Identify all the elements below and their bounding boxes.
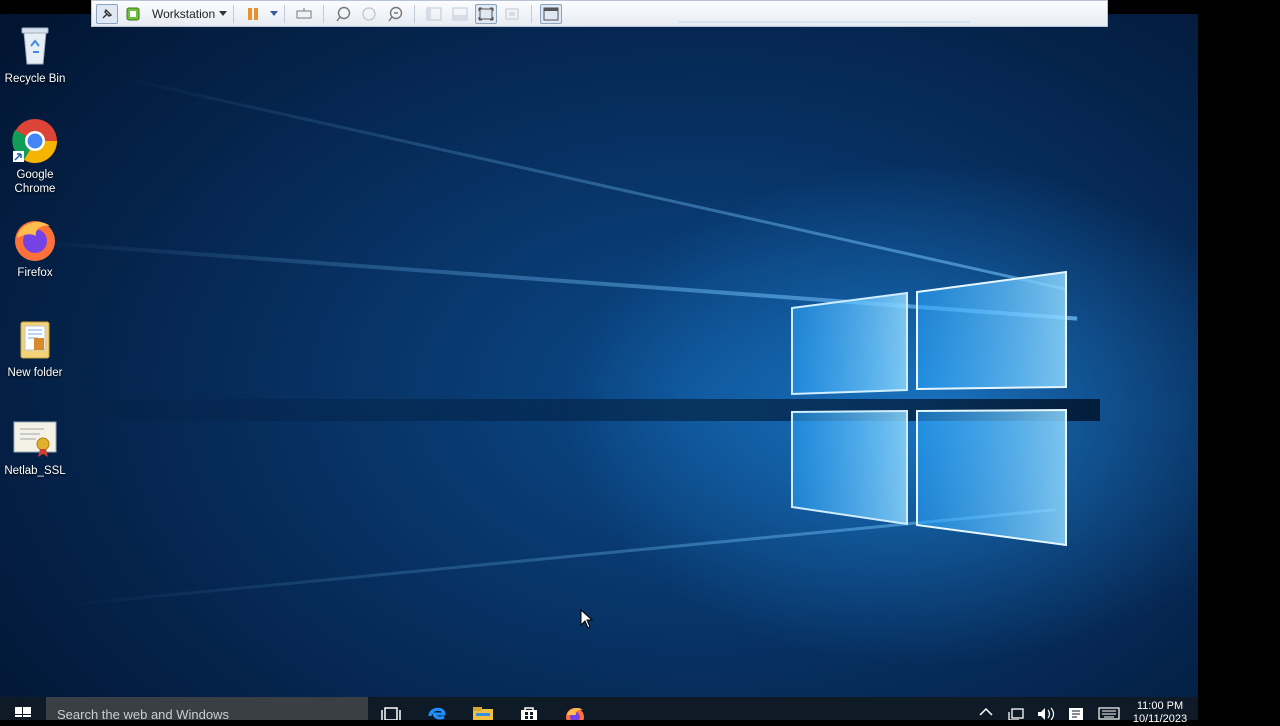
stretch-icon xyxy=(505,8,519,19)
edge-icon xyxy=(428,707,446,720)
stretch-button[interactable] xyxy=(501,4,523,24)
vm-toolbar: Workstation xyxy=(91,0,1108,27)
toolbar-separator xyxy=(414,4,416,23)
toolbar-separator xyxy=(284,4,286,23)
send-ctrl-alt-del-button[interactable] xyxy=(293,4,315,24)
mouse-cursor-icon xyxy=(580,609,594,629)
firefox-icon xyxy=(566,707,584,720)
taskbar-clock[interactable]: 11:00 PM 10/11/2023 xyxy=(1122,700,1198,726)
desktop-icon-label: Firefox xyxy=(17,267,53,279)
vm-name-label[interactable]: Workstation xyxy=(152,7,215,21)
view-1-icon xyxy=(426,7,442,20)
taskbar-file-explorer[interactable] xyxy=(460,697,506,720)
taskbar-search-box[interactable]: Search the web and Windows xyxy=(46,697,368,722)
volume-icon[interactable] xyxy=(1037,707,1055,720)
toolbar-separator xyxy=(531,4,533,23)
taskbar-store[interactable] xyxy=(506,697,552,720)
vm-menu-dropdown-icon[interactable] xyxy=(219,11,228,16)
taskbar: Search the web and Windows 11:00 PM 10/1… xyxy=(0,697,1198,725)
start-button[interactable] xyxy=(0,697,46,720)
fullscreen-icon xyxy=(543,7,559,20)
revert-snapshot-button[interactable] xyxy=(358,4,380,24)
task-view-button[interactable] xyxy=(368,697,414,720)
snapshot-icon xyxy=(336,6,351,21)
desktop-icon-google-chrome[interactable]: Google Chrome xyxy=(0,118,70,196)
taskbar-edge[interactable] xyxy=(414,697,460,720)
show-hidden-icons-chevron-icon[interactable] xyxy=(979,707,993,717)
pin-icon xyxy=(102,8,113,18)
vm-console-icon xyxy=(126,7,140,20)
snapshot-manager-icon xyxy=(388,6,403,21)
taskbar-firefox[interactable] xyxy=(552,697,598,720)
send-keys-icon xyxy=(296,7,312,18)
windows-logo-wallpaper xyxy=(791,270,1067,547)
logo-pane-bottom-right xyxy=(916,408,1067,547)
keyboard-icon[interactable] xyxy=(1098,707,1120,720)
revert-icon xyxy=(362,6,376,21)
clock-time: 11:00 PM xyxy=(1136,700,1184,712)
desktop-icon-new-folder[interactable]: New folder xyxy=(0,316,70,380)
network-icon[interactable] xyxy=(1008,707,1024,720)
take-snapshot-button[interactable] xyxy=(332,4,354,24)
desktop-icon-label: Netlab_SSL xyxy=(4,465,66,477)
pause-icon xyxy=(248,7,259,20)
vm-console-button[interactable] xyxy=(122,4,144,24)
recycle-bin-icon xyxy=(12,22,58,68)
action-center-icon[interactable] xyxy=(1068,707,1084,720)
desktop-icon-firefox[interactable]: Firefox xyxy=(0,216,70,280)
desktop-icon-netlab-ssl[interactable]: Netlab_SSL xyxy=(0,414,70,478)
view-2-icon xyxy=(452,7,468,20)
desktop-icon-label: Google Chrome xyxy=(14,169,56,195)
desktop-icon-label: Recycle Bin xyxy=(4,73,66,85)
vm-toolbar-progress-bar xyxy=(678,21,970,23)
firefox-icon xyxy=(12,216,58,262)
file-explorer-icon xyxy=(473,707,493,720)
power-dropdown-icon[interactable] xyxy=(270,11,279,16)
view-thumbnail-button[interactable] xyxy=(449,4,471,24)
pause-button[interactable] xyxy=(242,4,264,24)
store-icon xyxy=(521,707,537,720)
desktop-icon-label: New folder xyxy=(7,367,63,379)
fullscreen-button[interactable] xyxy=(540,3,563,24)
desktop-wallpaper: Recycle Bin Google Chrome Firefox New fo… xyxy=(0,14,1198,697)
toolbar-separator xyxy=(233,4,235,23)
logo-pane-top-right xyxy=(916,270,1067,391)
folder-icon xyxy=(12,316,58,362)
fit-guest-icon xyxy=(478,7,494,20)
view-library-button[interactable] xyxy=(423,4,445,24)
certificate-icon xyxy=(12,414,58,460)
fit-guest-button[interactable] xyxy=(475,3,498,24)
task-view-icon xyxy=(381,707,401,720)
toolbar-separator xyxy=(323,4,325,23)
windows-start-icon xyxy=(15,706,31,717)
pin-toolbar-button[interactable] xyxy=(96,3,118,24)
logo-pane-bottom-left xyxy=(791,409,908,526)
logo-pane-top-left xyxy=(791,291,908,396)
letterbox-bar xyxy=(1198,0,1280,720)
chrome-icon xyxy=(12,118,58,164)
desktop-icon-recycle-bin[interactable]: Recycle Bin xyxy=(0,22,70,86)
snapshot-manager-button[interactable] xyxy=(384,4,406,24)
